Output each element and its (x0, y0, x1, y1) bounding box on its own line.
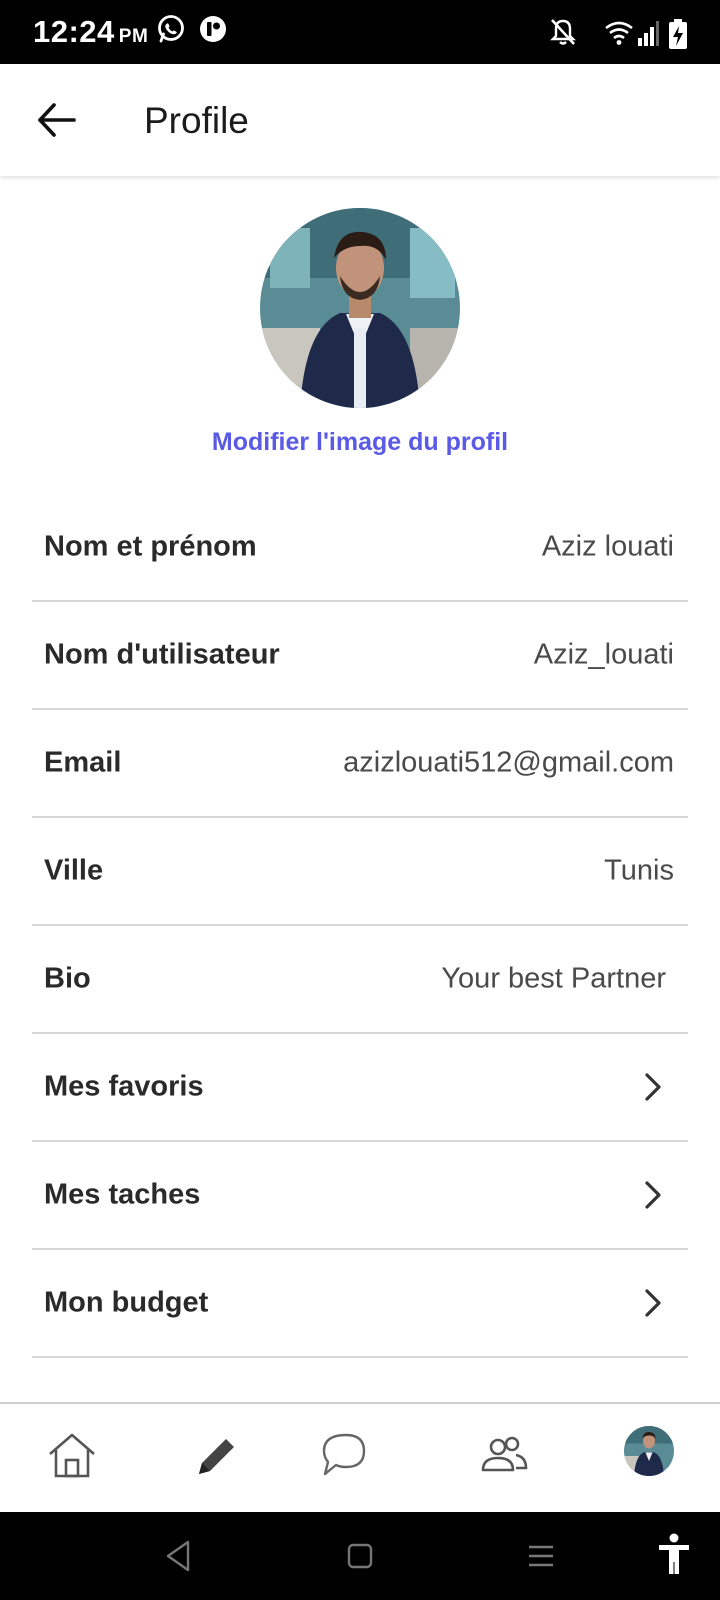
status-time-value: 12:24 (33, 14, 115, 49)
field-label: Nom d'utilisateur (44, 638, 280, 671)
field-email[interactable]: Email azizlouati512@gmail.com (32, 710, 688, 818)
app-notification-icon (200, 16, 226, 42)
whatsapp-icon (158, 15, 184, 43)
field-value: Tunis (604, 854, 674, 887)
notifications-off-icon (550, 19, 576, 45)
field-value: Your best Partner (441, 962, 666, 995)
recents-menu-icon[interactable] (526, 1538, 556, 1574)
status-bar: 12:24 PM (0, 0, 720, 64)
field-value: azizlouati512@gmail.com (343, 746, 674, 779)
link-budget[interactable]: Mon budget (32, 1250, 688, 1358)
status-time: 12:24 PM (33, 14, 148, 50)
accessibility-icon[interactable] (656, 1532, 692, 1576)
link-label: Mon budget (44, 1286, 209, 1319)
field-label: Email (44, 746, 122, 779)
home-square-icon[interactable] (346, 1538, 374, 1574)
page-title: Profile (144, 100, 249, 141)
link-label: Mes favoris (44, 1070, 204, 1103)
field-username[interactable]: Nom d'utilisateur Aziz_louati (32, 602, 688, 710)
chat-icon[interactable] (318, 1430, 370, 1482)
link-favorites[interactable]: Mes favoris (32, 1034, 688, 1142)
field-value: Aziz_louati (533, 638, 674, 671)
chevron-right-icon (645, 1181, 661, 1209)
back-triangle-icon[interactable] (164, 1538, 192, 1574)
chevron-right-icon (645, 1289, 661, 1317)
signal-icon (638, 21, 659, 46)
home-icon[interactable] (46, 1430, 98, 1482)
wifi-icon (605, 21, 633, 45)
field-label: Bio (44, 962, 91, 995)
battery-charging-icon (669, 19, 687, 49)
profile-fields: Nom et prénom Aziz louati Nom d'utilisat… (32, 494, 688, 1358)
nav-profile-avatar[interactable] (624, 1426, 674, 1476)
chevron-right-icon (645, 1073, 661, 1101)
field-city[interactable]: Ville Tunis (32, 818, 688, 926)
field-label: Ville (44, 854, 104, 887)
profile-avatar[interactable] (260, 208, 460, 408)
field-full-name[interactable]: Nom et prénom Aziz louati (32, 494, 688, 602)
app-bar: Profile (0, 64, 720, 176)
bottom-nav (0, 1402, 720, 1514)
system-nav-bar (0, 1512, 720, 1600)
field-label: Nom et prénom (44, 530, 257, 563)
link-label: Mes taches (44, 1178, 201, 1211)
change-photo-link[interactable]: Modifier l'image du profil (0, 428, 720, 457)
people-icon[interactable] (478, 1430, 530, 1482)
status-ampm: PM (118, 26, 149, 47)
pencil-icon[interactable] (190, 1430, 242, 1482)
field-bio[interactable]: Bio Your best Partner (32, 926, 688, 1034)
profile-photo (624, 1426, 674, 1476)
field-value: Aziz louati (541, 530, 674, 563)
link-tasks[interactable]: Mes taches (32, 1142, 688, 1250)
arrow-left-icon[interactable] (30, 94, 82, 146)
profile-photo (260, 208, 460, 408)
